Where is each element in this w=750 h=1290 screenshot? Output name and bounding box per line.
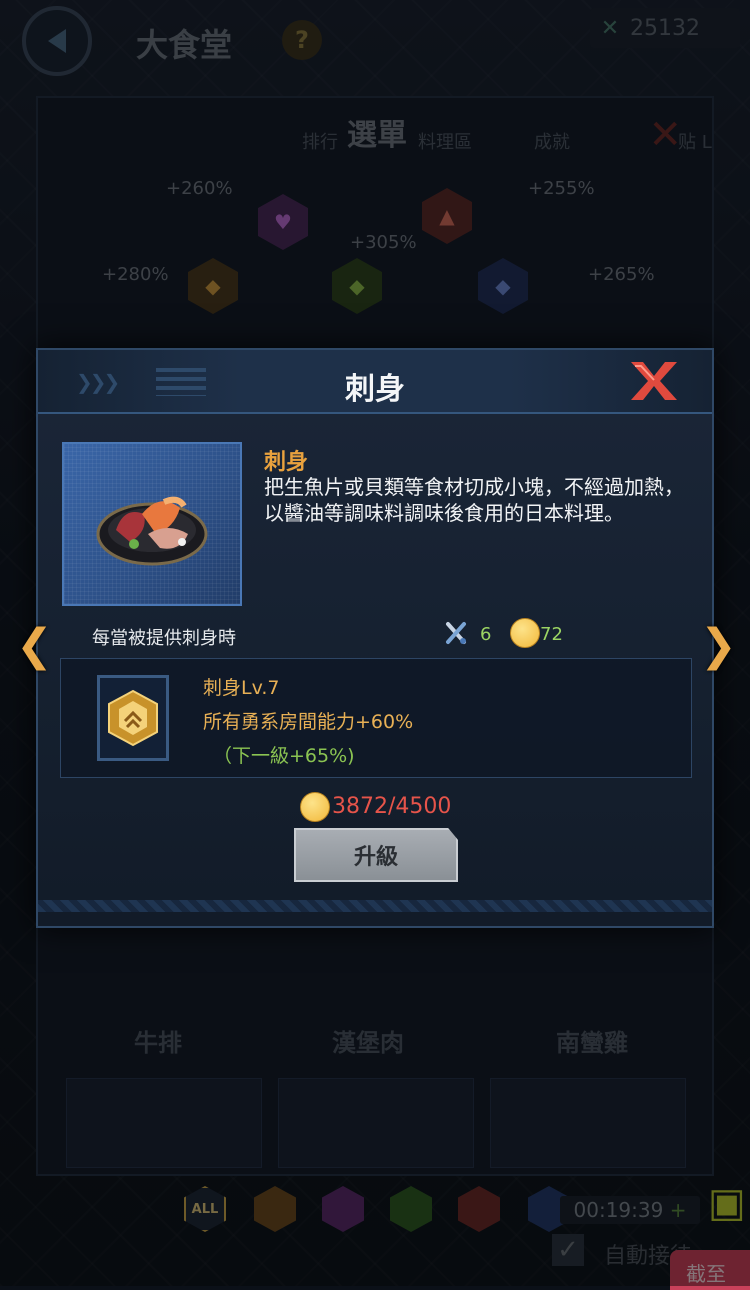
dish-detail-dialog: ❯❯❯ 刺身 刺身 把生魚片或貝類等食材切成小塊，不經過加熱，以醬油等調味料調味… [36, 348, 714, 928]
fork-knife-icon [446, 622, 466, 644]
bottom-stripe-decoration [38, 900, 712, 912]
upgrade-button[interactable]: 升級 [294, 828, 458, 882]
upgrade-cost: 3872/4500 [332, 794, 452, 819]
gold-skill-icon [108, 689, 158, 747]
skill-effect: 所有勇系房間能力+60% [203, 711, 414, 733]
sashimi-plate-icon [96, 496, 208, 566]
skill-next-level: （下一級+65%) [213, 745, 355, 767]
trigger-condition: 每當被提供刺身時 [92, 628, 236, 649]
cost-smile-icon [300, 792, 330, 822]
previous-dish-arrow-icon[interactable]: ❮ [16, 620, 53, 671]
food-description: 把生魚片或貝類等食材切成小塊，不經過加熱，以醬油等調味料調味後食用的日本料理。 [264, 475, 684, 525]
smile-icon [510, 618, 540, 648]
food-name: 刺身 [264, 450, 309, 475]
skill-info-box: 刺身Lv.7 所有勇系房間能力+60% （下一級+65%) [60, 658, 692, 778]
happiness-value: 72 [540, 624, 563, 645]
dialog-header: ❯❯❯ 刺身 [38, 350, 712, 414]
dialog-title: 刺身 [345, 372, 405, 407]
skill-name: 刺身Lv.7 [203, 677, 280, 699]
close-icon [631, 362, 677, 400]
serve-count-value: 6 [480, 624, 492, 645]
food-image-frame [62, 442, 242, 606]
skill-icon-frame [97, 675, 169, 761]
close-button[interactable] [626, 358, 682, 404]
next-dish-arrow-icon[interactable]: ❯ [700, 620, 737, 671]
